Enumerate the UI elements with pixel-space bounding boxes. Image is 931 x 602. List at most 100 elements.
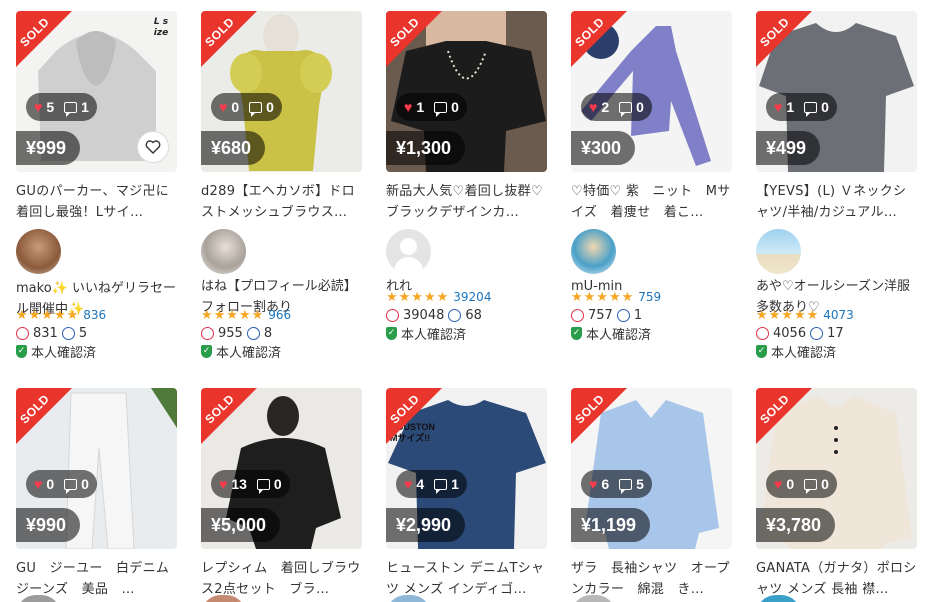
- rating-count[interactable]: 966: [268, 308, 291, 322]
- comment-count: 0: [451, 99, 459, 115]
- shield-check-icon: ✓: [201, 344, 212, 358]
- engagement-pill: ♥ 13 0: [211, 470, 290, 498]
- like-count: 13: [231, 476, 247, 492]
- seller-stats: ★★★★★ 39204 39048 68 ✓ 本人確認済: [386, 288, 548, 343]
- product-title[interactable]: GUのパーカー、マジ卍に着回し最強！Lサイ…: [16, 181, 178, 223]
- rating-row[interactable]: ★★★★★ 966: [201, 306, 363, 324]
- verified-label: 本人確認済: [586, 327, 652, 343]
- comment-icon: [434, 478, 448, 494]
- good-count: 955: [218, 325, 243, 341]
- heart-icon: ♥: [774, 99, 783, 115]
- engagement-pill: ♥ 5 1: [26, 93, 97, 121]
- comment-icon: [249, 101, 263, 117]
- star-rating-icon: ★★★★★: [16, 307, 80, 323]
- comment-count: 5: [636, 476, 644, 492]
- review-counts: 955 8: [201, 324, 363, 342]
- verified-label: 本人確認済: [771, 345, 837, 361]
- bad-count: 68: [465, 307, 482, 323]
- shield-check-icon: ✓: [571, 326, 582, 340]
- product-image[interactable]: SOLD ♥ 1 0 ¥499: [756, 11, 917, 172]
- product-title[interactable]: レプシィム 着回しブラウス2点セット ブラ…: [201, 558, 363, 600]
- engagement-pill: ♥ 1 0: [766, 93, 837, 121]
- sad-face-icon: [616, 308, 630, 322]
- sad-face-icon: [246, 326, 260, 340]
- rating-row[interactable]: ★★★★★ 836: [16, 306, 178, 324]
- shield-check-icon: ✓: [16, 344, 27, 358]
- product-card[interactable]: SOLD ♥ 1 0 ¥499 【YEVS】(L) Ｖネックシャツ/半袖/カジュアル…: [756, 11, 918, 318]
- product-image[interactable]: SOLD ♥ 0 0 ¥990: [16, 388, 177, 549]
- product-title[interactable]: ヒューストン デニムTシャツ メンズ インディゴ…: [386, 558, 548, 600]
- seller-stats: ★★★★★ 759 757 1 ✓ 本人確認済: [571, 288, 733, 343]
- product-image[interactable]: SOLD ♥ 6 5 ¥1,199: [571, 388, 732, 549]
- price-tag: ¥5,000: [201, 508, 281, 542]
- product-card[interactable]: SOLD ♥ 0 0 ¥990 GU ジーユー 白デニム ジーンズ 美品 …: [16, 388, 178, 600]
- like-count: 1: [416, 99, 425, 115]
- product-image[interactable]: SOLD ♥ 1 0 ¥1,300: [386, 11, 547, 172]
- comment-icon: [804, 478, 818, 494]
- bad-count: 1: [633, 307, 643, 323]
- product-title[interactable]: GU ジーユー 白デニム ジーンズ 美品 …: [16, 558, 178, 600]
- avatar[interactable]: [756, 229, 801, 274]
- rating-row[interactable]: ★★★★★ 759: [571, 288, 733, 306]
- rating-count[interactable]: 4073: [823, 308, 854, 322]
- comment-count: 1: [451, 476, 459, 492]
- verified-badge: ✓ 本人確認済: [201, 342, 363, 361]
- avatar[interactable]: [571, 229, 616, 274]
- star-rating-icon: ★★★★★: [756, 307, 820, 323]
- verified-badge: ✓ 本人確認済: [16, 342, 178, 361]
- comment-icon: [619, 478, 633, 494]
- comment-icon: [804, 101, 818, 117]
- product-title[interactable]: 【YEVS】(L) Ｖネックシャツ/半袖/カジュアル…: [756, 181, 918, 223]
- rating-row[interactable]: ★★★★★ 39204: [386, 288, 548, 306]
- star-rating-icon: ★★★★★: [571, 289, 635, 305]
- product-image[interactable]: SOLD L size ♥ 5 1 ¥999: [16, 11, 177, 172]
- price-tag: ¥300: [571, 131, 636, 165]
- smile-face-icon: [571, 308, 584, 322]
- product-title[interactable]: d289【エヘカソボ】ドロストメッシュブラウス…: [201, 181, 363, 223]
- avatar[interactable]: [16, 229, 61, 274]
- product-card[interactable]: SOLD ♥ 6 5 ¥1,199 ザラ 長袖シャツ オープンカラー 綿混 き…: [571, 388, 733, 600]
- product-image[interactable]: SOLD ♥ 13 0 ¥5,000: [201, 388, 362, 549]
- seller-stats: ★★★★★ 4073 4056 17 ✓ 本人確認済: [756, 306, 918, 361]
- product-image[interactable]: SOLD ♥ 0 0 ¥680: [201, 11, 362, 172]
- product-image[interactable]: HOUSTON Mサイズ!! SOLD ♥ 4 1 ¥2,990: [386, 388, 547, 549]
- engagement-pill: ♥ 0 0: [766, 470, 837, 498]
- bad-count: 17: [827, 325, 844, 341]
- star-rating-icon: ★★★★★: [386, 289, 450, 305]
- product-title[interactable]: 新品大人気♡着回し抜群♡ブラックデザインカ…: [386, 181, 548, 223]
- verified-badge: ✓ 本人確認済: [756, 342, 918, 361]
- avatar[interactable]: [201, 229, 246, 274]
- rating-count[interactable]: 39204: [453, 290, 491, 304]
- heart-outline-icon[interactable]: [137, 131, 169, 163]
- product-card[interactable]: SOLD ♥ 0 0 ¥3,780 GANATA（ガナタ）ポロシャツ メンズ 長袖 …: [756, 388, 918, 600]
- product-card[interactable]: SOLD L size ♥ 5 1 ¥999 GUのパーカー、マジ卍に着回し最強！L…: [16, 11, 178, 320]
- comment-icon: [64, 478, 78, 494]
- product-card[interactable]: HOUSTON Mサイズ!! SOLD ♥ 4 1 ¥2,990 ヒューストン デニ…: [386, 388, 548, 600]
- product-card[interactable]: SOLD ♥ 1 0 ¥1,300 新品大人気♡着回し抜群♡ブラックデザインカ… れ…: [386, 11, 548, 297]
- rating-row[interactable]: ★★★★★ 4073: [756, 306, 918, 324]
- default-avatar-icon[interactable]: [386, 229, 431, 274]
- review-counts: 757 1: [571, 306, 733, 324]
- rating-count[interactable]: 836: [83, 308, 106, 322]
- product-image[interactable]: SOLD ♥ 0 0 ¥3,780: [756, 388, 917, 549]
- product-image[interactable]: SOLD ♥ 2 0 ¥300: [571, 11, 732, 172]
- bad-count: 5: [78, 325, 88, 341]
- good-count: 757: [588, 307, 613, 323]
- verified-label: 本人確認済: [401, 327, 467, 343]
- product-card[interactable]: SOLD ♥ 2 0 ¥300 ♡特価♡ 紫 ニット Mサイズ 着痩せ 着こ… mU…: [571, 11, 733, 297]
- product-title[interactable]: ザラ 長袖シャツ オープンカラー 綿混 き…: [571, 558, 733, 600]
- engagement-pill: ♥ 6 5: [581, 470, 652, 498]
- comment-icon: [619, 101, 633, 117]
- heart-icon: ♥: [404, 476, 413, 492]
- product-card[interactable]: SOLD ♥ 13 0 ¥5,000 レプシィム 着回しブラウス2点セット ブラ…: [201, 388, 363, 600]
- product-title[interactable]: ♡特価♡ 紫 ニット Mサイズ 着痩せ 着こ…: [571, 181, 733, 223]
- product-title[interactable]: GANATA（ガナタ）ポロシャツ メンズ 長袖 襟…: [756, 558, 918, 600]
- product-card[interactable]: SOLD ♥ 0 0 ¥680 d289【エヘカソボ】ドロストメッシュブラウス… は…: [201, 11, 363, 318]
- verified-badge: ✓ 本人確認済: [386, 324, 548, 343]
- smile-face-icon: [16, 326, 29, 340]
- like-count: 0: [231, 99, 240, 115]
- good-count: 831: [33, 325, 58, 341]
- good-count: 39048: [403, 307, 445, 323]
- verified-badge: ✓ 本人確認済: [571, 324, 733, 343]
- rating-count[interactable]: 759: [638, 290, 661, 304]
